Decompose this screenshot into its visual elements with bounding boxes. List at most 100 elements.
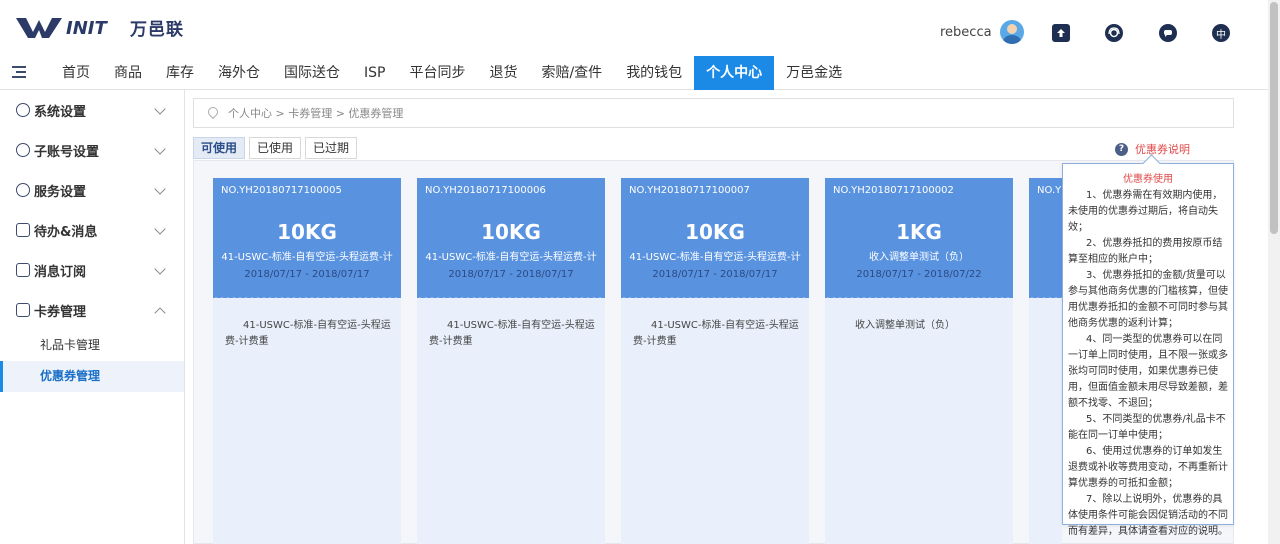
coupon-amount: 10KG xyxy=(277,220,337,244)
page-scrollbar[interactable] xyxy=(1268,0,1280,544)
coupon-card-header: NO.YH20180717100002 1KG 收入调整单测试（负） 2018/07/… xyxy=(825,178,1013,300)
wallet-icon xyxy=(16,303,30,317)
chevron-down-icon xyxy=(154,263,166,275)
coupon-description: 41-USWC-标准-自有空运-头程运费-计费重 xyxy=(633,320,799,347)
question-icon: ? xyxy=(1115,142,1128,156)
tooltip-body: 1、优惠券需在有效期内使用，未使用的优惠券过期后，将自动失效； 2、优惠券抵扣的费… xyxy=(1068,188,1228,540)
coupon-number: NO.YH20180717100005 xyxy=(221,185,342,196)
coupon-amount: 10KG xyxy=(685,220,745,244)
coupon-card-header: NO.Y xyxy=(1029,178,1062,300)
service-icon[interactable] xyxy=(1105,24,1123,42)
coupon-card[interactable]: NO.YH20180717100006 10KG 41-USWC-标准-自有空运-头… xyxy=(417,178,605,544)
tooltip-paragraph: 6、使用过优惠券的订单如发生退费或补收等费用变动，不再重新计算优惠券的可抵扣金额… xyxy=(1068,446,1228,489)
coupon-card[interactable]: NO.YH20180717100005 10KG 41-USWC-标准-自有空运-头… xyxy=(213,178,401,544)
coupon-number: NO.YH20180717100006 xyxy=(425,185,546,196)
coupon-card[interactable]: NO.YH20180717100007 10KG 41-USWC-标准-自有空运-头… xyxy=(621,178,809,544)
tooltip-paragraph: 7、除以上说明外，优惠券的具体使用条件可能会因促销活动的不同而有差异，具体请查看… xyxy=(1068,494,1228,537)
coupon-perforation xyxy=(1029,294,1062,300)
nav-item[interactable]: 首页 xyxy=(50,56,102,90)
sidebar-group-label: 消息订阅 xyxy=(34,264,87,280)
coupon-name: 41-USWC-标准-自有空运-头程运费-计 xyxy=(221,252,393,263)
logo-cn-text: 万邑联 xyxy=(130,19,184,40)
location-pin-icon xyxy=(208,107,218,119)
sidebar-group-label: 待办&消息 xyxy=(34,224,98,240)
coupon-amount: 10KG xyxy=(481,220,541,244)
sidebar-group-subaccount-settings[interactable]: 子账号设置 xyxy=(0,130,184,170)
nav-item[interactable]: 海外仓 xyxy=(206,56,272,90)
coupon-validity: 2018/07/17 - 2018/07/17 xyxy=(652,269,778,280)
upload-icon[interactable] xyxy=(1052,24,1070,42)
coupon-perforation xyxy=(417,294,605,300)
tab-available[interactable]: 可使用 xyxy=(193,137,246,159)
gear-icon xyxy=(16,103,30,117)
coupon-tabs: 可使用 已使用 已过期 xyxy=(193,137,361,159)
tooltip-paragraph: 3、优惠券抵扣的金额/货量可以参与其他商务优惠的门槛核算，但使用优惠券抵扣的金额… xyxy=(1068,270,1228,329)
scrollbar-thumb[interactable] xyxy=(1270,2,1278,234)
nav-item[interactable]: 退货 xyxy=(477,56,529,90)
username: rebecca xyxy=(940,24,992,40)
sidebar-group-card-coupon[interactable]: 卡券管理 xyxy=(0,290,184,330)
language-label: 中 xyxy=(1216,29,1226,41)
nav-item[interactable]: ISP xyxy=(352,56,397,90)
main-nav: 首页 商品 库存 海外仓 国际送仓 ISP 平台同步 退货 索赔/查件 我的钱包 个人中心 万邑金选 xyxy=(0,56,1268,90)
nav-item[interactable]: 平台同步 xyxy=(397,56,477,90)
language-icon[interactable]: 中 xyxy=(1212,24,1230,42)
sidebar-group-service-settings[interactable]: 服务设置 xyxy=(0,170,184,210)
svg-text:INIT: INIT xyxy=(66,18,108,39)
coupon-description: 41-USWC-标准-自有空运-头程运费-计费重 xyxy=(225,320,391,347)
tooltip-title: 优惠券使用 xyxy=(1123,174,1173,185)
tab-used[interactable]: 已使用 xyxy=(249,137,302,159)
sidebar-group-label: 系统设置 xyxy=(34,104,87,120)
sidebar-group-message-subscription[interactable]: 消息订阅 xyxy=(0,250,184,290)
avatar xyxy=(999,20,1024,44)
chevron-down-icon xyxy=(154,183,166,195)
coupon-perforation xyxy=(825,294,1013,300)
nav-item[interactable]: 国际送仓 xyxy=(272,56,352,90)
tooltip-paragraph: 1、优惠券需在有效期内使用，未使用的优惠券过期后，将自动失效； xyxy=(1068,190,1223,233)
coupon-card[interactable]: NO.YH20180717100002 1KG 收入调整单测试（负） 2018/07/… xyxy=(825,178,1013,544)
sidebar-group-label: 服务设置 xyxy=(34,184,87,200)
chevron-down-icon xyxy=(154,143,166,155)
coupon-number: NO.YH20180717100007 xyxy=(629,185,750,196)
coupon-card-header: NO.YH20180717100006 10KG 41-USWC-标准-自有空运-头… xyxy=(417,178,605,300)
chevron-up-icon xyxy=(154,307,166,319)
chevron-down-icon xyxy=(154,103,166,115)
coupon-number: NO.YH20180717100002 xyxy=(833,185,954,196)
tooltip-paragraph: 2、优惠券抵扣的费用按原币结算至相应的账户中； xyxy=(1068,238,1223,265)
top-header: INIT 万邑联 rebecca 中 xyxy=(0,0,1268,56)
sidebar-group-label: 子账号设置 xyxy=(34,144,100,160)
nav-item[interactable]: 个人中心 xyxy=(694,56,775,90)
sidebar-group-todo-messages[interactable]: 待办&消息 xyxy=(0,210,184,250)
nav-item[interactable]: 库存 xyxy=(154,56,206,90)
coupon-validity: 2018/07/17 - 2018/07/17 xyxy=(448,269,574,280)
coupon-perforation xyxy=(213,294,401,300)
coupon-card[interactable]: NO.Y xyxy=(1029,178,1062,544)
coupon-card-header: NO.YH20180717100005 10KG 41-USWC-标准-自有空运-头… xyxy=(213,178,401,300)
user-menu[interactable]: rebecca xyxy=(940,20,1024,44)
sidebar-group-system-settings[interactable]: 系统设置 xyxy=(0,90,184,130)
coupon-description: 收入调整单测试（负） xyxy=(855,320,955,331)
coupon-name: 41-USWC-标准-自有空运-头程运费-计 xyxy=(425,252,597,263)
heart-icon xyxy=(16,183,30,197)
coupon-validity: 2018/07/17 - 2018/07/22 xyxy=(856,269,982,280)
tooltip-paragraph: 4、同一类型的优惠券可以在同一订单上同时使用，且不限一张或多张均可同时使用，如果… xyxy=(1068,334,1228,409)
nav-item[interactable]: 万邑金选 xyxy=(774,56,854,90)
nav-item[interactable]: 我的钱包 xyxy=(614,56,694,90)
coupon-card-header: NO.YH20180717100007 10KG 41-USWC-标准-自有空运-头… xyxy=(621,178,809,300)
nav-item[interactable]: 索赔/查件 xyxy=(529,56,614,90)
breadcrumb: 个人中心 > 卡券管理 > 优惠券管理 xyxy=(193,98,1234,128)
nav-items: 首页 商品 库存 海外仓 国际送仓 ISP 平台同步 退货 索赔/查件 我的钱包 个人中心 万邑金选 xyxy=(50,56,854,90)
coupon-name: 41-USWC-标准-自有空运-头程运费-计 xyxy=(629,252,801,263)
breadcrumb-text: 个人中心 > 卡券管理 > 优惠券管理 xyxy=(228,107,404,120)
nav-item[interactable]: 商品 xyxy=(102,56,154,90)
coupon-description: 41-USWC-标准-自有空运-头程运费-计费重 xyxy=(429,320,595,347)
sidebar-item-gift-card[interactable]: 礼品卡管理 xyxy=(0,330,184,361)
tab-expired[interactable]: 已过期 xyxy=(305,137,358,159)
message-icon[interactable] xyxy=(1159,24,1177,42)
coupon-name: 收入调整单测试（负） xyxy=(869,252,969,263)
menu-toggle-icon[interactable] xyxy=(12,66,28,80)
coupon-validity: 2018/07/17 - 2018/07/17 xyxy=(244,269,370,280)
winit-logo[interactable]: INIT 万邑联 xyxy=(16,12,184,42)
chevron-down-icon xyxy=(154,223,166,235)
sidebar-item-coupon[interactable]: 优惠券管理 xyxy=(0,361,184,392)
